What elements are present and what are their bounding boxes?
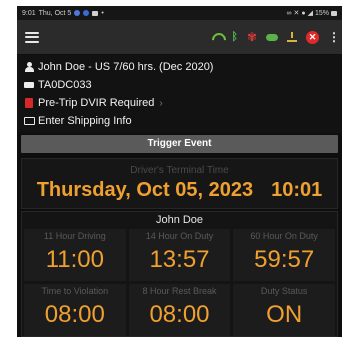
hours-of-service-panel: John Doe 11 Hour Driving 11:00 14 Hour O…: [21, 211, 338, 337]
download-icon[interactable]: [287, 32, 297, 42]
sync-error-icon[interactable]: ✕: [306, 30, 319, 44]
shipping-icon: [23, 117, 35, 125]
notification-icon: [83, 10, 90, 16]
notification-icon: [74, 10, 81, 16]
hours-cell-value: 11:00: [45, 246, 104, 273]
engine-fan-icon[interactable]: ✾: [247, 30, 257, 44]
bluetooth-icon[interactable]: ᛒ: [231, 31, 238, 43]
dvir-row[interactable]: Pre-Trip DVIR Required ›: [23, 94, 336, 112]
hours-cell-label: 11 Hour Driving: [43, 231, 106, 241]
hours-cell-label: Duty Status: [260, 286, 308, 296]
app-screen: 9:01 Thu, Oct 5 • ∞ ✕ ● ◢ 15% ᛒ ✾ ✕ ⋮ Jo…: [17, 6, 342, 337]
status-bar: 9:01 Thu, Oct 5 • ∞ ✕ ● ◢ 15%: [17, 6, 342, 20]
hours-cell-driving[interactable]: 11 Hour Driving 11:00: [24, 229, 126, 281]
hours-grid: 11 Hour Driving 11:00 14 Hour On Duty 13…: [22, 229, 337, 336]
hours-cell-value: 08:00: [44, 301, 105, 328]
notification-icon: [92, 10, 99, 16]
wifi-icon[interactable]: [212, 33, 222, 41]
driver-ruleset-row[interactable]: John Doe - US 7/60 hrs. (Dec 2020): [23, 58, 336, 76]
terminal-time-caption: Driver's Terminal Time: [130, 165, 229, 176]
status-time: 9:01: [22, 9, 36, 17]
terminal-time-value: Thursday, Oct 05, 2023 10:01: [22, 179, 337, 202]
driver-info-list: John Doe - US 7/60 hrs. (Dec 2020) TA0DC…: [17, 55, 342, 133]
terminal-time-card: Driver's Terminal Time Thursday, Oct 05,…: [21, 158, 338, 209]
trigger-event-button[interactable]: Trigger Event: [21, 135, 338, 153]
hours-cell-value: 13:57: [149, 246, 210, 273]
dvir-text: Pre-Trip DVIR Required: [38, 97, 155, 109]
more-vert-icon[interactable]: ⋮: [328, 30, 340, 44]
duty-status-value: ON: [266, 301, 303, 328]
truck-icon: [24, 82, 34, 88]
terminal-clock: 10:01: [271, 179, 323, 201]
document-icon: [25, 98, 33, 108]
hours-cell-duty-status[interactable]: Duty Status ON: [233, 284, 335, 336]
shipping-text: Enter Shipping Info: [38, 115, 132, 127]
vehicle-id: TA0DC033: [38, 79, 92, 91]
hours-cell-label: Time to Violation: [41, 286, 109, 296]
location-icon: ●: [301, 9, 306, 17]
hours-cell-rest-break[interactable]: 8 Hour Rest Break 08:00: [128, 284, 231, 336]
hours-cell-on-duty-60[interactable]: 60 Hour On Duty 59:57: [233, 229, 335, 281]
status-date: Thu, Oct 5: [38, 9, 72, 17]
vehicle-row[interactable]: TA0DC033: [23, 76, 336, 94]
menu-icon[interactable]: [25, 31, 39, 43]
cloud-icon[interactable]: [266, 33, 278, 41]
hours-cell-label: 14 Hour On Duty: [145, 231, 214, 241]
terminal-date: Thursday, Oct 05, 2023: [36, 179, 254, 201]
hours-cell-time-to-violation[interactable]: Time to Violation 08:00: [24, 284, 126, 336]
hours-cell-on-duty-14[interactable]: 14 Hour On Duty 13:57: [128, 229, 231, 281]
person-icon: [24, 62, 34, 72]
chevron-right-icon: ›: [159, 97, 163, 109]
battery-icon: [331, 10, 337, 16]
mute-icon: ✕: [293, 10, 300, 17]
app-bar: ᛒ ✾ ✕ ⋮: [17, 20, 342, 54]
hours-cell-value: 08:00: [149, 301, 210, 328]
driver-name: John Doe: [155, 214, 204, 226]
shipping-row[interactable]: Enter Shipping Info: [23, 112, 336, 130]
hours-cell-label: 8 Hour Rest Break: [142, 286, 217, 296]
link-icon: ∞: [286, 9, 292, 17]
hours-cell-label: 60 Hour On Duty: [250, 231, 318, 241]
hours-cell-value: 59:57: [254, 246, 315, 273]
driver-ruleset-text: John Doe - US 7/60 hrs. (Dec 2020): [38, 61, 214, 73]
notification-dot-icon: •: [101, 9, 104, 17]
signal-icon: ◢: [307, 10, 313, 17]
battery-level: 15%: [314, 9, 329, 17]
